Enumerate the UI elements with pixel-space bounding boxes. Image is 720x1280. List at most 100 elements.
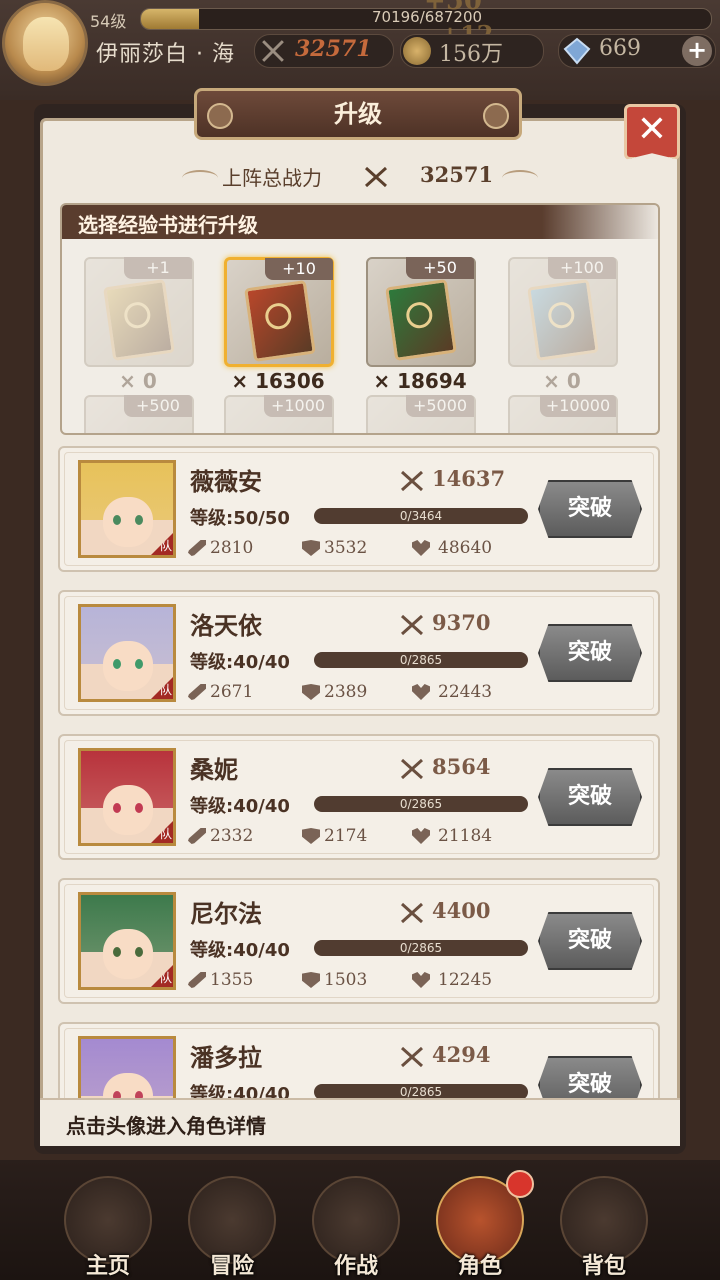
hero-card[interactable]: 队 洛天依 9370 等级:40/40 0/2865 2671 2389 22443 突破: [58, 590, 660, 716]
hero-portrait[interactable]: [78, 1036, 176, 1098]
notification-dot-icon: [506, 1170, 534, 1198]
swords-icon: [364, 166, 388, 188]
defense-icon: [302, 684, 320, 700]
hero-name: 洛天依: [190, 612, 262, 640]
exp-book-slot[interactable]: +10: [224, 257, 334, 367]
team-badge: 队: [151, 677, 173, 699]
hero-portrait[interactable]: 队: [78, 460, 176, 558]
hero-face: [103, 929, 153, 979]
exp-book-slot[interactable]: +10000: [508, 395, 618, 433]
team-power-label: 上阵总战力: [222, 166, 322, 190]
swords-icon: [400, 470, 424, 492]
exp-book-slot[interactable]: +1000: [224, 395, 334, 433]
team-badge-text: 队: [159, 539, 172, 553]
player-exp-fill: [141, 9, 200, 29]
hero-attack: 1355: [210, 970, 254, 990]
exp-book-slot[interactable]: +500: [84, 395, 194, 433]
hero-exp-bar: 0/2865: [314, 652, 528, 668]
swords-icon: [400, 758, 424, 780]
nav-label: 主页: [85, 1254, 130, 1279]
nav-label: 冒险: [209, 1254, 254, 1279]
exp-book-panel: 选择经验书进行升级 +1 × 0 +10 × 16306 +50 × 18694 +100 ×…: [60, 203, 660, 435]
player-avatar[interactable]: [2, 0, 88, 86]
heart-icon: [412, 684, 430, 700]
team-power-row: 上阵总战力 32571: [182, 160, 538, 194]
exp-book-header-text: 选择经验书进行升级: [78, 213, 258, 237]
nav-label: 角色: [457, 1254, 502, 1279]
hero-name: 潘多拉: [190, 1044, 262, 1072]
breakthrough-button[interactable]: 突破: [538, 912, 642, 970]
hero-card[interactable]: 队 尼尔法 4400 等级:40/40 0/2865 1355 1503 12245 突破: [58, 878, 660, 1004]
hero-portrait[interactable]: 队: [78, 604, 176, 702]
hero-eye: [135, 803, 143, 813]
hero-eye: [135, 947, 143, 957]
top-hud: 54级 70196/687200 +50 +12 伊丽莎白 · 海 32571 …: [0, 0, 720, 100]
hero-defense: 2174: [324, 826, 368, 846]
hero-attack: 2671: [210, 682, 254, 702]
hero-name: 桑妮: [190, 756, 238, 784]
exp-book-slot[interactable]: +5000: [366, 395, 476, 433]
hero-face: [103, 497, 153, 547]
dialog-title-plate: 升级: [194, 88, 522, 140]
breakthrough-button[interactable]: 突破: [538, 624, 642, 682]
nav-item-4[interactable]: 角色: [420, 1168, 540, 1279]
hero-card[interactable]: 队 桑妮 8564 等级:40/40 0/2865 2332 2174 21184 突破: [58, 734, 660, 860]
player-power: 32571: [295, 36, 372, 62]
breakthrough-button[interactable]: 突破: [538, 480, 642, 538]
heart-icon: [412, 972, 430, 988]
player-level: 54级: [90, 12, 127, 31]
hero-power: 8564: [432, 754, 491, 779]
exp-book-value-tag: +10: [265, 258, 333, 280]
exp-book-value-tag: +10000: [540, 395, 616, 417]
hero-portrait[interactable]: 队: [78, 892, 176, 990]
close-button[interactable]: ✕: [624, 104, 680, 160]
hero-defense: 3532: [324, 538, 368, 558]
defense-icon: [302, 540, 320, 556]
gold-pill: 156万: [400, 34, 544, 68]
hero-name: 尼尔法: [190, 900, 262, 928]
team-badge: 队: [151, 821, 173, 843]
hero-power: 4400: [432, 898, 491, 923]
hero-exp-bar: 0/2865: [314, 940, 528, 956]
hint-bar: 点击头像进入角色详情: [40, 1098, 680, 1146]
team-badge-text: 队: [159, 971, 172, 985]
heart-icon: [412, 828, 430, 844]
team-badge: 队: [151, 533, 173, 555]
hero-face: [103, 641, 153, 691]
hero-level: 等级:50/50: [190, 508, 290, 529]
hero-portrait[interactable]: 队: [78, 748, 176, 846]
exp-book-slot[interactable]: +50: [366, 257, 476, 367]
exp-book-slot[interactable]: +100: [508, 257, 618, 367]
hero-power: 4294: [432, 1042, 491, 1067]
player-gems: 669: [599, 36, 641, 61]
exp-book-value-tag: +50: [406, 257, 474, 279]
exp-book-value-tag: +5000: [406, 395, 474, 417]
attack-icon: [188, 972, 206, 988]
exp-book-value-tag: +1: [124, 257, 192, 279]
nav-label: 背包: [581, 1254, 626, 1279]
hero-hp: 21184: [438, 826, 493, 846]
hero-level: 等级:40/40: [190, 1084, 290, 1098]
hero-exp-bar: 0/3464: [314, 508, 528, 524]
player-name: 伊丽莎白 · 海: [96, 42, 235, 67]
exp-book-icon: [244, 280, 316, 362]
exp-book-value-tag: +500: [124, 395, 192, 417]
swords-icon: [261, 39, 285, 63]
hero-power: 14637: [432, 466, 506, 491]
nav-item-2[interactable]: 冒险: [172, 1168, 292, 1279]
hero-attack: 2332: [210, 826, 254, 846]
hero-list[interactable]: 队薇薇安 14637 等级:50/50 0/3464 2810 3532 48640 突破队洛…: [58, 446, 662, 1098]
hero-defense: 2389: [324, 682, 368, 702]
breakthrough-button[interactable]: 突破: [538, 1056, 642, 1098]
exp-book-slot[interactable]: +1: [84, 257, 194, 367]
nav-label: 作战: [333, 1254, 378, 1279]
breakthrough-button[interactable]: 突破: [538, 768, 642, 826]
hero-card[interactable]: 潘多拉 4294 等级:40/40 0/2865 突破: [58, 1022, 660, 1098]
team-badge-text: 队: [159, 827, 172, 841]
nav-item-1[interactable]: 主页: [48, 1168, 168, 1279]
nav-item-3[interactable]: 作战: [296, 1168, 416, 1279]
add-gems-button[interactable]: +: [682, 36, 712, 66]
hero-card[interactable]: 队 薇薇安 14637 等级:50/50 0/3464 2810 3532 48640 突破: [58, 446, 660, 572]
hero-eye: [113, 803, 121, 813]
nav-item-5[interactable]: 背包: [544, 1168, 664, 1279]
